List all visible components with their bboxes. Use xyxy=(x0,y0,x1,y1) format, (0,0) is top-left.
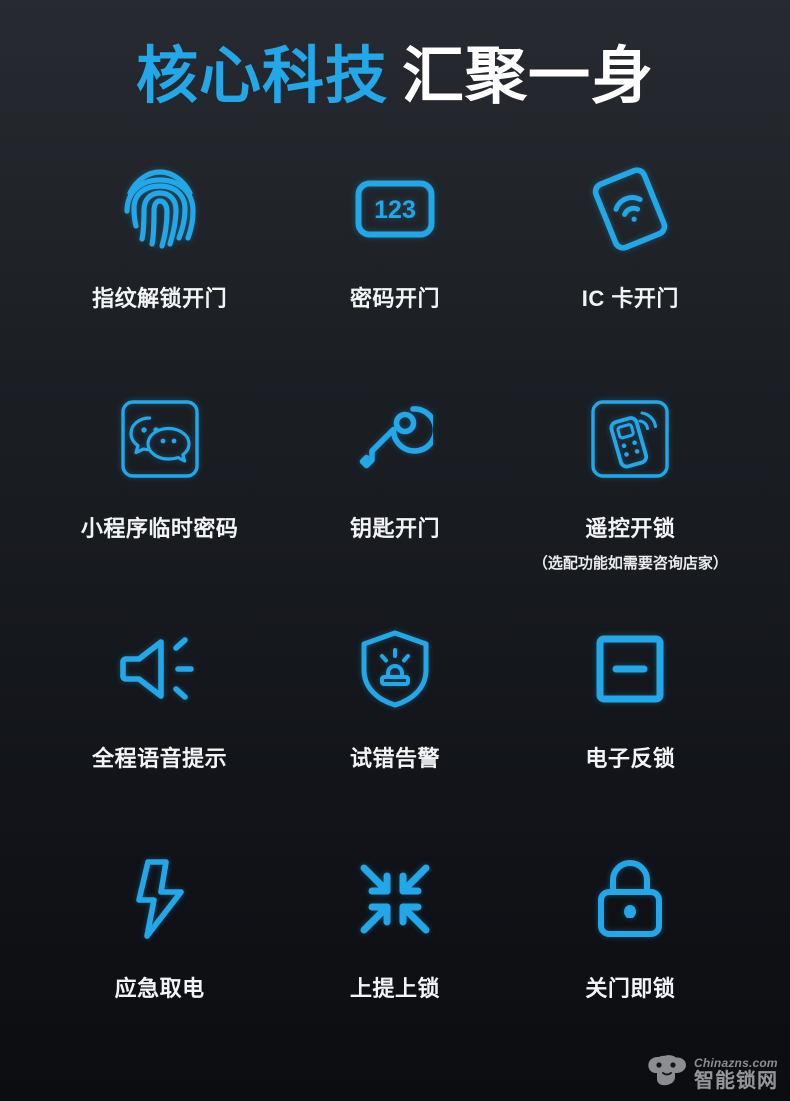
feature-item: IC 卡开门 xyxy=(513,161,748,391)
page-title-primary: 核心科技 xyxy=(135,42,388,111)
shield-alarm-icon xyxy=(347,621,443,717)
feature-item: 小程序临时密码 xyxy=(42,391,277,621)
feature-item: 应急取电 xyxy=(42,851,277,1081)
padlock-icon xyxy=(582,851,678,947)
lock-cloud-logo-icon xyxy=(646,1054,688,1093)
feature-sublabel: （选配功能如需要咨询店家） xyxy=(532,555,728,573)
feature-highlights-page: 核心科技 汇聚一身 指纹解锁开门 123 密码开门 IC 卡开门 小程序临时密码… xyxy=(0,0,790,1101)
watermark-name: 智能锁网 xyxy=(694,1069,778,1092)
feature-item: 全程语音提示 xyxy=(42,621,277,851)
watermark-domain: Chinazns.com xyxy=(694,1055,778,1070)
watermark: Chinazns.com 智能锁网 xyxy=(646,1054,778,1093)
feature-label: IC 卡开门 xyxy=(581,286,679,312)
speaker-voice-icon xyxy=(112,621,208,717)
feature-item: 123 密码开门 xyxy=(277,161,512,391)
converging-arrows-icon xyxy=(347,851,443,947)
lightning-bolt-icon xyxy=(112,851,208,947)
feature-label: 全程语音提示 xyxy=(92,746,228,772)
svg-text:123: 123 xyxy=(374,196,416,224)
fingerprint-icon xyxy=(112,161,208,257)
feature-label: 关门即锁 xyxy=(585,976,676,1002)
keypad-123-icon: 123 xyxy=(347,161,443,257)
feature-label: 钥匙开门 xyxy=(349,516,440,542)
feature-grid: 指纹解锁开门 123 密码开门 IC 卡开门 小程序临时密码 钥匙开门 遥控开锁… xyxy=(0,161,790,1081)
square-deadbolt-icon xyxy=(582,621,678,717)
feature-item: 遥控开锁 （选配功能如需要咨询店家） xyxy=(513,391,748,621)
feature-label: 遥控开锁 xyxy=(585,516,676,542)
feature-item: 钥匙开门 xyxy=(277,391,512,621)
feature-label: 应急取电 xyxy=(114,976,205,1002)
feature-label: 密码开门 xyxy=(349,286,440,312)
feature-label: 试错告警 xyxy=(349,746,440,772)
remote-control-icon xyxy=(582,391,678,487)
feature-item: 指纹解锁开门 xyxy=(42,161,277,391)
feature-item: 关门即锁 xyxy=(513,851,748,1081)
ic-card-wifi-icon xyxy=(582,161,678,257)
wechat-miniprogram-icon xyxy=(112,391,208,487)
feature-item: 试错告警 xyxy=(277,621,512,851)
feature-label: 电子反锁 xyxy=(585,746,676,772)
feature-label: 指纹解锁开门 xyxy=(92,286,228,312)
feature-item: 上提上锁 xyxy=(277,851,512,1081)
key-icon xyxy=(347,391,443,487)
feature-label: 小程序临时密码 xyxy=(80,516,239,542)
page-title: 核心科技 汇聚一身 xyxy=(0,0,790,109)
watermark-text: Chinazns.com 智能锁网 xyxy=(694,1057,778,1091)
feature-label: 上提上锁 xyxy=(349,976,440,1002)
feature-item: 电子反锁 xyxy=(513,621,748,851)
page-title-secondary: 汇聚一身 xyxy=(402,42,655,111)
